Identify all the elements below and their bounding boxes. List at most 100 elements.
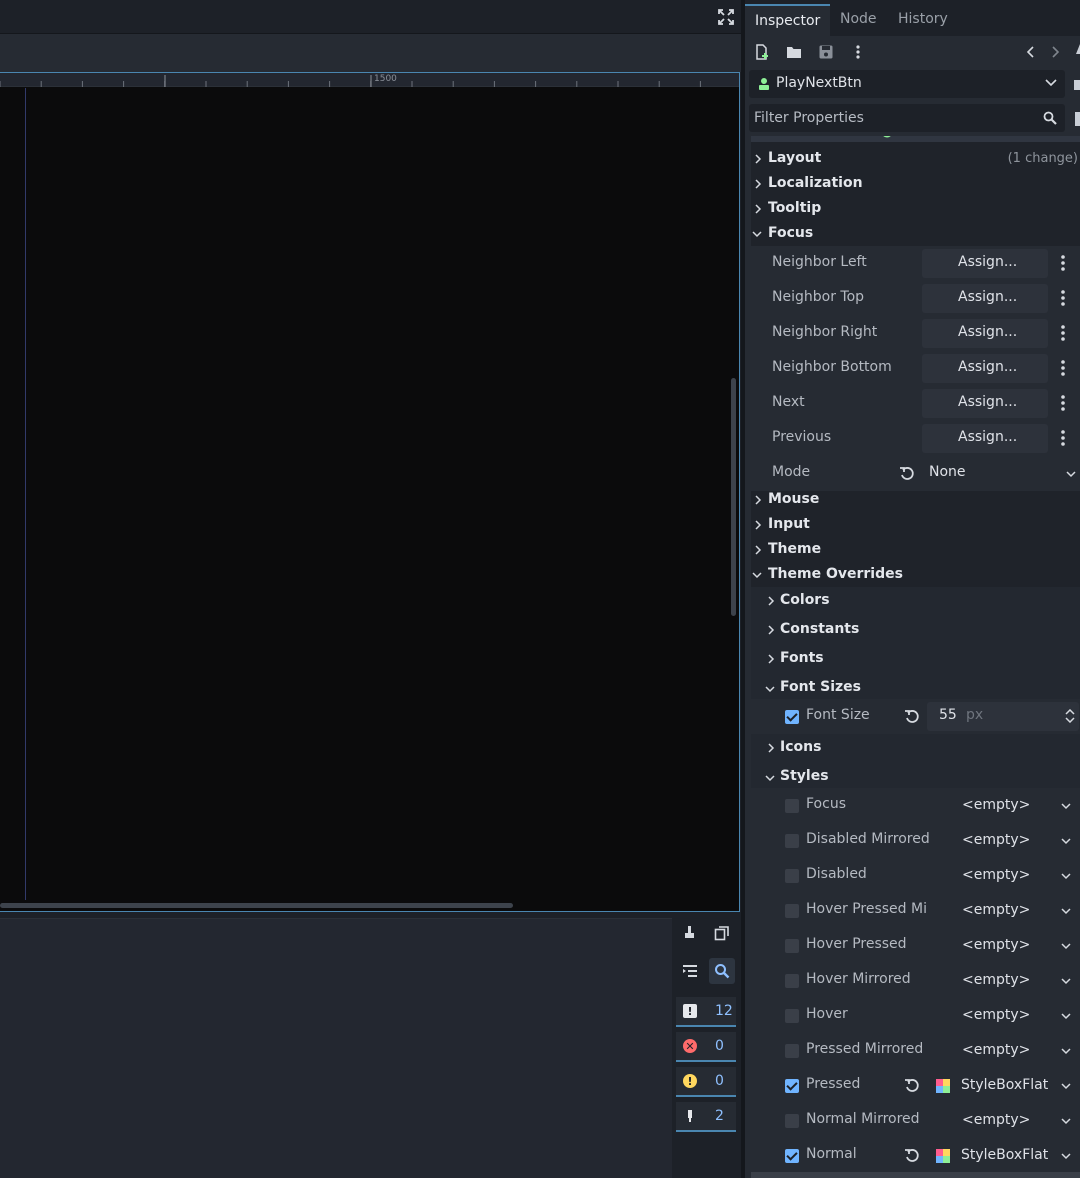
chevron-down-icon[interactable] — [1061, 942, 1071, 950]
reset-icon[interactable] — [904, 1148, 920, 1164]
output-log[interactable] — [0, 918, 672, 1178]
warning-icon: ! — [683, 1074, 697, 1088]
viewport-vertical-scrollbar[interactable] — [731, 378, 736, 616]
subgroup-fonts[interactable]: Fonts — [751, 645, 1080, 674]
node-docs-icon[interactable] — [1074, 80, 1080, 90]
subgroup-icons[interactable]: Icons — [751, 734, 1080, 763]
new-resource-button[interactable] — [754, 44, 770, 60]
clear-output-button[interactable] — [677, 920, 703, 946]
property-neighbor-bottom: Neighbor Bottom Assign... — [751, 351, 1080, 386]
category-theme-overrides[interactable]: Theme Overrides — [751, 563, 1080, 588]
collapse-output-button[interactable] — [677, 958, 703, 984]
assign-button[interactable]: Assign... — [922, 284, 1048, 313]
chevron-down-icon[interactable] — [1061, 1012, 1071, 1020]
mode-dropdown[interactable]: None — [922, 459, 1078, 488]
viewport-horizontal-scrollbar[interactable] — [0, 903, 513, 908]
node-selector[interactable]: PlayNextBtn — [749, 70, 1065, 98]
category-localization[interactable]: Localization — [751, 172, 1080, 197]
category-label: Input — [768, 516, 810, 532]
messages-filter-toggle[interactable]: ! 12 — [676, 997, 736, 1027]
style-override-checkbox[interactable] — [785, 1009, 799, 1023]
category-input[interactable]: Input — [751, 513, 1080, 538]
category-mouse[interactable]: Mouse — [751, 488, 1080, 513]
subgroup-constants[interactable]: Constants — [751, 616, 1080, 645]
kebab-menu-icon[interactable] — [1055, 288, 1071, 308]
history-back-button[interactable] — [1023, 44, 1039, 60]
reset-icon[interactable] — [904, 1078, 920, 1094]
font-size-override-checkbox[interactable] — [785, 710, 799, 724]
style-value[interactable]: <empty> — [962, 1042, 1030, 1058]
viewport-canvas[interactable] — [0, 88, 731, 900]
style-override-checkbox[interactable] — [785, 1044, 799, 1058]
style-override-checkbox[interactable] — [785, 834, 799, 848]
history-forward-button[interactable] — [1047, 44, 1063, 60]
chevron-down-icon[interactable] — [1061, 1152, 1071, 1160]
assign-button[interactable]: Assign... — [922, 424, 1048, 453]
object-history-icon[interactable] — [1076, 44, 1080, 54]
assign-button[interactable]: Assign... — [922, 249, 1048, 278]
style-value[interactable]: <empty> — [962, 867, 1030, 883]
style-override-checkbox[interactable] — [785, 904, 799, 918]
chevron-down-icon[interactable] — [1061, 907, 1071, 915]
2d-viewport[interactable]: 1500 — [0, 72, 740, 912]
distraction-free-button[interactable] — [717, 8, 735, 26]
style-value[interactable]: <empty> — [962, 972, 1030, 988]
style-override-checkbox[interactable] — [785, 1149, 799, 1163]
tab-history[interactable]: History — [888, 4, 958, 36]
warnings-filter-toggle[interactable]: ! 0 — [676, 1067, 736, 1097]
category-theme[interactable]: Theme — [751, 538, 1080, 563]
style-override-checkbox[interactable] — [785, 974, 799, 988]
category-layout[interactable]: Layout (1 change) — [751, 147, 1080, 172]
assign-button[interactable]: Assign... — [922, 389, 1048, 418]
kebab-menu-icon[interactable] — [1055, 428, 1071, 448]
kebab-menu-icon[interactable] — [1055, 358, 1071, 378]
errors-filter-toggle[interactable]: ✕ 0 — [676, 1032, 736, 1062]
tab-node[interactable]: Node — [830, 4, 887, 36]
style-value[interactable]: StyleBoxFlat — [961, 1077, 1048, 1093]
font-size-spinbox[interactable]: 55 px — [927, 702, 1079, 731]
kebab-menu-icon[interactable] — [1055, 393, 1071, 413]
assign-button[interactable]: Assign... — [922, 354, 1048, 383]
subgroup-label: Icons — [780, 739, 822, 755]
property-options-icon[interactable] — [1075, 112, 1080, 126]
save-resource-button[interactable] — [818, 44, 834, 60]
chevron-down-icon[interactable] — [1061, 837, 1071, 845]
kebab-menu-icon[interactable] — [1055, 323, 1071, 343]
style-value[interactable]: StyleBoxFlat — [961, 1147, 1048, 1163]
subgroup-colors[interactable]: Colors — [751, 587, 1080, 616]
style-override-checkbox[interactable] — [785, 869, 799, 883]
assign-button[interactable]: Assign... — [922, 319, 1048, 348]
filter-properties-input[interactable]: Filter Properties — [749, 104, 1065, 132]
style-override-checkbox[interactable] — [785, 1114, 799, 1128]
style-value[interactable]: <empty> — [962, 937, 1030, 953]
chevron-down-icon[interactable] — [1061, 1082, 1071, 1090]
chevron-down-icon[interactable] — [1061, 872, 1071, 880]
chevron-down-icon[interactable] — [1061, 1047, 1071, 1055]
style-value[interactable]: <empty> — [962, 832, 1030, 848]
category-focus[interactable]: Focus — [751, 222, 1080, 247]
style-value[interactable]: <empty> — [962, 1007, 1030, 1023]
editor-messages-filter-toggle[interactable]: 2 — [676, 1102, 736, 1132]
category-label: Tooltip — [768, 200, 822, 216]
inspector-scrollbar-hint[interactable] — [751, 1172, 1080, 1178]
style-override-checkbox[interactable] — [785, 939, 799, 953]
chevron-down-icon[interactable] — [1061, 1117, 1071, 1125]
chevron-down-icon[interactable] — [1061, 802, 1071, 810]
tab-inspector[interactable]: Inspector — [745, 4, 831, 36]
category-tooltip[interactable]: Tooltip — [751, 197, 1080, 222]
style-value[interactable]: <empty> — [962, 1112, 1030, 1128]
reset-icon[interactable] — [904, 709, 920, 725]
style-value[interactable]: <empty> — [962, 797, 1030, 813]
style-override-checkbox[interactable] — [785, 1079, 799, 1093]
mode-value: None — [929, 464, 966, 480]
chevron-down-icon[interactable] — [1061, 977, 1071, 985]
kebab-menu-icon[interactable] — [1055, 253, 1071, 273]
copy-output-button[interactable] — [709, 920, 735, 946]
horizontal-ruler[interactable]: 1500 — [0, 73, 739, 87]
resource-menu-button[interactable] — [850, 44, 866, 60]
load-resource-button[interactable] — [786, 44, 802, 60]
search-output-button[interactable] — [709, 958, 735, 984]
style-value[interactable]: <empty> — [962, 902, 1030, 918]
reset-icon[interactable] — [899, 466, 915, 482]
style-override-checkbox[interactable] — [785, 799, 799, 813]
